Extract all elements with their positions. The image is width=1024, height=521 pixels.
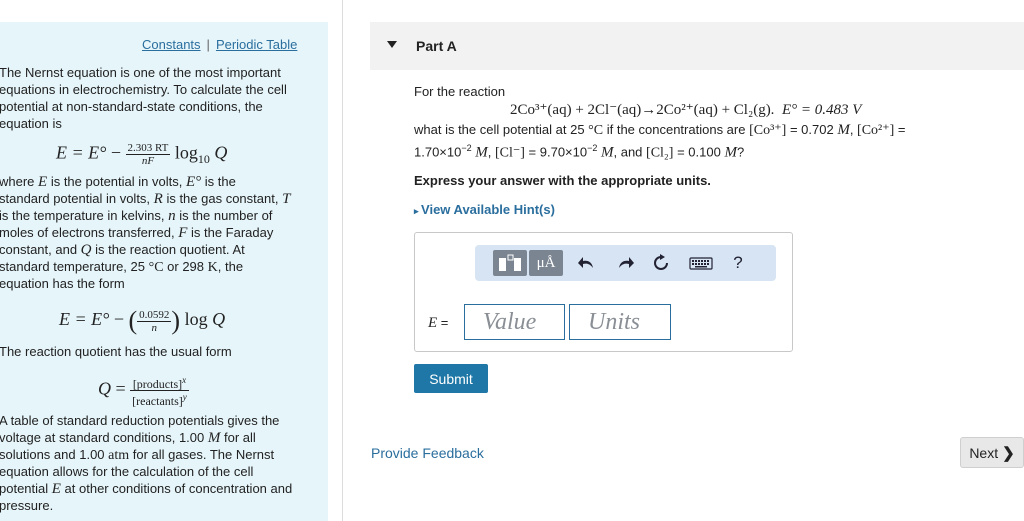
intro-line-3: potential at non-standard-state conditio… [0, 99, 263, 114]
equation-toolbar: μÅ ? [475, 245, 776, 281]
table-line-4: equation allows for the calculation of t… [0, 464, 254, 479]
where-line-5: constant, and Q is the reaction quotient… [0, 242, 245, 258]
where-line-1: where E is the potential in volts, E° is… [0, 174, 236, 190]
nernst-equation: E = E° − 2.303 RT nF log10 Q [56, 142, 228, 167]
resource-links: Constants | Periodic Table [142, 37, 297, 52]
reset-icon[interactable] [649, 250, 673, 276]
templates-button[interactable] [493, 250, 527, 276]
table-line-5: potential E at other conditions of conce… [0, 481, 293, 497]
templates-icon [499, 254, 521, 271]
where-line-3: is the temperature in kelvins, n is the … [0, 208, 273, 224]
redo-icon[interactable] [613, 250, 637, 276]
instruction-text: Express your answer with the appropriate… [414, 173, 711, 188]
info-panel: Constants | Periodic Table The Nernst equa… [0, 22, 328, 521]
table-line-1: A table of standard reduction potentials… [0, 413, 280, 428]
keyboard-icon[interactable] [687, 250, 715, 276]
answer-box: μÅ ? E = [414, 232, 793, 352]
periodic-table-link[interactable]: Periodic Table [216, 37, 297, 52]
undo-icon[interactable] [575, 250, 599, 276]
intro-line-2: equations in electrochemistry. To calcul… [0, 82, 287, 97]
units-input[interactable] [569, 304, 671, 340]
submit-button[interactable]: Submit [414, 364, 488, 393]
value-input[interactable] [464, 304, 565, 340]
intro-line-4: equation is [0, 116, 62, 131]
question-line-1: what is the cell potential at 25 °C if t… [414, 122, 906, 138]
question-line-2: 1.70×10−2 M, [Cl⁻] = 9.70×10−2 M, and [C… [414, 143, 745, 161]
panel-divider [342, 0, 343, 521]
part-title: Part A [416, 38, 457, 54]
where-line-2: standard potential in volts, R is the ga… [0, 191, 291, 207]
table-line-3: solutions and 1.00 atm for all gases. Th… [0, 447, 275, 463]
part-a-header[interactable]: Part A [370, 22, 1024, 70]
quotient-intro: The reaction quotient has the usual form [0, 344, 232, 359]
table-line-6: pressure. [0, 498, 54, 513]
next-button[interactable]: Next ❯ [960, 437, 1024, 468]
nernst-fraction: 2.303 RT nF [125, 142, 171, 167]
standard-nernst-equation: E = E° − (0.0592 n) log Q [59, 306, 226, 335]
quotient-fraction: [products]x [reactants]y [130, 375, 189, 408]
link-separator: | [206, 37, 210, 52]
constants-link[interactable]: Constants [142, 37, 201, 52]
where-line-4: moles of electrons transferred, F is the… [0, 225, 274, 241]
reaction-quotient-equation: Q = [products]x [reactants]y [98, 375, 189, 408]
expand-triangle-icon: ▸ [414, 206, 422, 216]
nernst-fraction-2: 0.0592 n [137, 308, 172, 334]
where-line-6: standard temperature, 25 °C or 298 K, th… [0, 259, 244, 275]
collapse-caret-icon[interactable] [387, 41, 397, 48]
units-symbols-button[interactable]: μÅ [529, 250, 563, 276]
provide-feedback-link[interactable]: Provide Feedback [371, 445, 484, 461]
reaction-equation: 2Co³⁺(aq) + 2Cl⁻(aq)→2Co²⁺(aq) + Cl₂(g).… [510, 102, 862, 118]
view-hints-link[interactable]: ▸ View Available Hint(s) [414, 202, 555, 217]
for-reaction-text: For the reaction [414, 84, 506, 99]
table-line-2: voltage at standard conditions, 1.00 M f… [0, 430, 256, 446]
where-line-7: equation has the form [0, 276, 125, 291]
help-button[interactable]: ? [727, 250, 749, 276]
intro-line-1: The Nernst equation is one of the most i… [0, 65, 281, 80]
answer-variable-label: E = [428, 315, 449, 331]
chevron-right-icon: ❯ [1002, 444, 1015, 462]
